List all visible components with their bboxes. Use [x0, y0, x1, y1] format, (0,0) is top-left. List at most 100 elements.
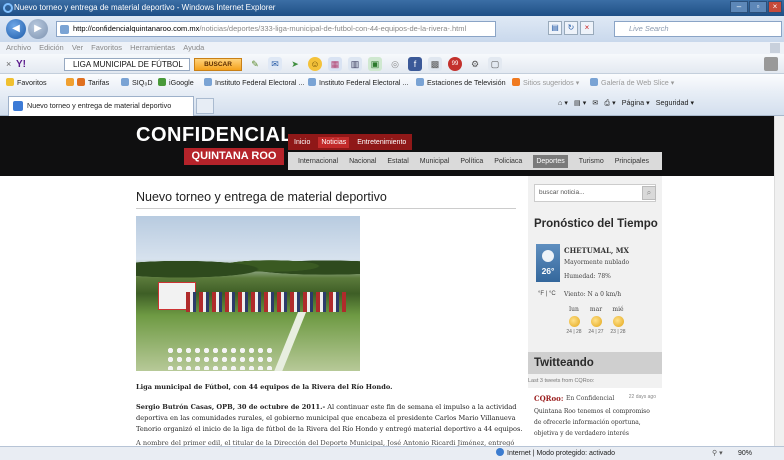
window-controls: – ▫ ×: [730, 1, 782, 15]
weather-city: CHETUMAL, MX: [564, 246, 629, 255]
nav-inicio[interactable]: Inicio: [294, 139, 310, 146]
photo-trees: [136, 250, 360, 282]
favorites-button[interactable]: Favoritos: [6, 74, 47, 92]
zoom-icon[interactable]: ⚲ ▾: [712, 449, 728, 458]
arrow-icon[interactable]: ➤: [288, 57, 302, 71]
refresh-icon[interactable]: ↻: [564, 21, 578, 35]
globe-icon[interactable]: ◎: [388, 57, 402, 71]
favorite-ife-1[interactable]: Instituto Federal Electoral ...: [204, 74, 305, 92]
globe-icon: [496, 448, 504, 456]
tweet-time[interactable]: 22 days ago: [629, 394, 656, 400]
menu-edicion[interactable]: Edición: [39, 43, 64, 52]
temperature-unit-toggle[interactable]: °F | °C: [538, 291, 556, 297]
web-slice-icon: [590, 78, 598, 86]
tweet-user[interactable]: CQRoo:: [534, 394, 563, 403]
stop-icon[interactable]: ×: [580, 21, 594, 35]
favorite-ife-2[interactable]: Instituto Federal Electoral ...: [308, 74, 409, 92]
top-navigation: Inicio Noticias Entretenimiento: [288, 134, 413, 150]
live-search-input[interactable]: Live Search: [614, 21, 782, 37]
nav-policiaca[interactable]: Policiaca: [494, 158, 522, 165]
section-navigation: Internacional Nacional Estatal Municipal…: [288, 152, 662, 170]
weather-temperature: 26°: [541, 266, 555, 276]
menu-ayuda[interactable]: Ayuda: [183, 43, 204, 52]
nav-noticias[interactable]: Noticias: [318, 136, 350, 148]
photos-icon[interactable]: ▣: [368, 57, 382, 71]
back-button[interactable]: ◀: [6, 19, 26, 39]
notifications-icon[interactable]: 99: [448, 57, 462, 71]
security-zone[interactable]: Internet | Modo protegido: activado: [496, 447, 615, 460]
menu-herramientas[interactable]: Herramientas: [130, 43, 175, 52]
settings-icon[interactable]: ⚙: [468, 57, 482, 71]
menu-archivo[interactable]: Archivo: [6, 43, 31, 52]
home-icon[interactable]: ⌂ ▾: [558, 98, 568, 107]
menu-favoritos[interactable]: Favoritos: [91, 43, 122, 52]
weather-wind: Viento: N a 0 km/h: [564, 291, 622, 298]
nav-internacional[interactable]: Internacional: [298, 158, 338, 165]
nav-municipal[interactable]: Municipal: [420, 158, 450, 165]
favorite-tarifas[interactable]: Tarifas: [66, 74, 109, 92]
nav-nacional[interactable]: Nacional: [349, 158, 376, 165]
toolbar-menu-icon[interactable]: [764, 57, 778, 71]
favorite-siqod[interactable]: SIQ₀D: [121, 74, 153, 92]
tab-bar: Nuevo torneo y entrega de material depor…: [0, 92, 784, 116]
page-menu[interactable]: Página ▾: [622, 98, 650, 107]
calendar-icon[interactable]: ▥: [348, 57, 362, 71]
site-logo[interactable]: CONFIDENCIAL: [136, 124, 293, 147]
close-window-button[interactable]: ×: [768, 1, 782, 13]
forward-button[interactable]: ▶: [28, 19, 48, 39]
pencil-icon[interactable]: ✎: [248, 57, 262, 71]
mail-icon[interactable]: ✉: [268, 57, 282, 71]
site-logo-subtitle[interactable]: QUINTANA ROO: [184, 148, 284, 165]
favorite-estaciones[interactable]: Estaciones de Televisión: [416, 74, 506, 92]
options-icon[interactable]: ▢: [488, 57, 502, 71]
command-bar: ⌂ ▾ ▤ ▾ ✉ ⎙ ▾ Página ▾ Seguridad ▾: [558, 96, 694, 110]
photo-people: [186, 292, 346, 312]
weather-humidity: Humedad: 78%: [564, 273, 611, 280]
search-button[interactable]: ⌕: [642, 186, 656, 200]
minimize-button[interactable]: –: [730, 1, 748, 13]
menu-options-icon[interactable]: [770, 43, 780, 53]
photo-caption: Liga municipal de Fútbol, con 44 equipos…: [136, 383, 393, 391]
zoom-level[interactable]: 90%: [738, 447, 752, 460]
print-icon[interactable]: ⎙ ▾: [604, 98, 615, 107]
feeds-icon[interactable]: ▤ ▾: [574, 98, 586, 107]
internet-explorer-icon: [3, 3, 13, 13]
yahoo-search-input[interactable]: LIGA MUNICIPAL DE FÚTBOL: [64, 58, 190, 71]
menu-ver[interactable]: Ver: [72, 43, 83, 52]
read-mail-icon[interactable]: ✉: [592, 98, 598, 107]
safety-menu[interactable]: Seguridad ▾: [656, 98, 694, 107]
nav-principales[interactable]: Principales: [615, 158, 649, 165]
article-photo: [136, 216, 360, 371]
news-search-input[interactable]: buscar noticia...: [534, 184, 656, 202]
forecast-day: mar 24 | 27: [588, 306, 604, 335]
nav-estatal[interactable]: Estatal: [387, 158, 408, 165]
yahoo-logo[interactable]: Y!: [16, 58, 46, 71]
article-title[interactable]: Nuevo torneo y entrega de material depor…: [136, 190, 387, 204]
maximize-button[interactable]: ▫: [749, 1, 767, 13]
smiley-icon[interactable]: ☺: [308, 57, 322, 71]
news-icon[interactable]: ▦: [328, 57, 342, 71]
favorite-igoogle[interactable]: iGoogle: [158, 74, 194, 92]
photo-bags: [166, 346, 276, 370]
nav-turismo[interactable]: Turismo: [579, 158, 604, 165]
facebook-icon[interactable]: f: [408, 57, 422, 71]
url-input[interactable]: http://confidencialquintanaroo.com.mx/no…: [56, 21, 496, 37]
tab-active[interactable]: Nuevo torneo y entrega de material depor…: [8, 96, 194, 116]
nav-entretenimiento[interactable]: Entretenimiento: [357, 139, 406, 146]
profile-icon[interactable]: ▩: [428, 57, 442, 71]
compatibility-view-icon[interactable]: ▤: [548, 21, 562, 35]
nav-deportes[interactable]: Deportes: [533, 154, 568, 168]
vertical-scrollbar[interactable]: [774, 116, 784, 446]
favorite-web-slice[interactable]: Galería de Web Slice ▾: [590, 74, 674, 92]
nav-politica[interactable]: Política: [460, 158, 483, 165]
weather-heading: Pronóstico del Tiempo: [534, 218, 658, 230]
new-tab-button[interactable]: [196, 98, 214, 114]
favorites-bar: Favoritos Tarifas SIQ₀D iGoogle Institut…: [0, 74, 784, 92]
yahoo-search-button[interactable]: BUSCAR: [194, 58, 242, 71]
star-icon: [6, 78, 14, 86]
twitter-subheading: Last 3 tweets from CQRoo:: [528, 378, 595, 384]
title-divider: [136, 208, 516, 209]
article-paragraph: Sergio Butrón Casas, OPB, 30 de octubre …: [136, 403, 523, 433]
favorite-sitios-sugeridos[interactable]: Sitios sugeridos ▾: [512, 74, 579, 92]
close-toolbar-icon[interactable]: ×: [6, 59, 11, 69]
